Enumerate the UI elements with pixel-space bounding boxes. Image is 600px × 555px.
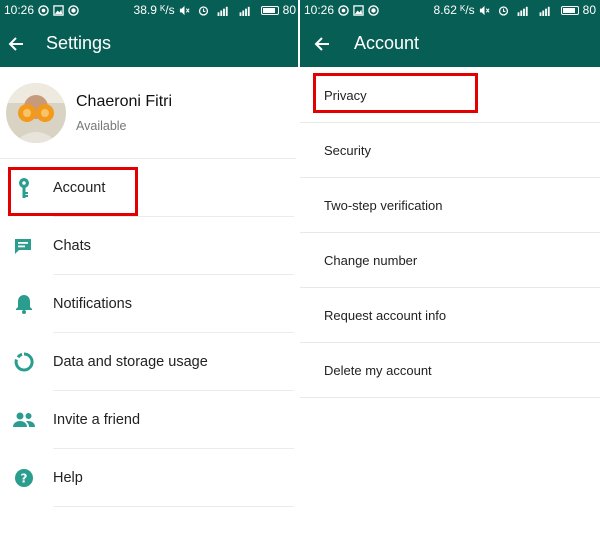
status-time: 10:26 [4, 3, 35, 17]
whatsapp-icon [338, 4, 349, 16]
arrow-left-icon [314, 36, 329, 51]
page-title: Settings [46, 33, 112, 53]
alarm-icon [498, 5, 508, 16]
mute-icon [179, 5, 190, 15]
svg-text:?: ? [21, 472, 28, 486]
network-speed: 8.62 ᴷ/s [433, 3, 475, 17]
settings-item-label: Data and storage usage [53, 354, 208, 370]
account-item-label: Security [324, 142, 371, 158]
status-time: 10:26 [304, 3, 335, 17]
alarm-icon [198, 5, 208, 16]
back-button[interactable] [0, 20, 32, 67]
avatar[interactable] [6, 82, 66, 143]
data-usage-icon [2, 352, 46, 372]
account-item-label: Request account info [324, 307, 447, 323]
battery-level: 80 [582, 3, 596, 17]
battery-icon [560, 5, 579, 15]
settings-toolbar: Settings [0, 20, 300, 67]
whatsapp-icon [38, 4, 49, 16]
settings-item-chats[interactable]: Chats [0, 217, 300, 275]
arrow-left-icon [8, 36, 23, 51]
settings-item-account[interactable]: Account [0, 159, 300, 217]
profile-row[interactable]: Chaeroni Fitri Available [0, 67, 296, 159]
people-icon [2, 412, 46, 428]
image-icon [353, 4, 364, 16]
settings-item-label: Chats [53, 238, 91, 254]
settings-item-label: Invite a friend [53, 412, 141, 428]
avatar-image [6, 82, 66, 143]
page-title: Account [354, 33, 420, 53]
account-item-label: Privacy [324, 87, 367, 103]
status-bar: 10:26 38.9 ᴷ/s 80 [0, 0, 300, 20]
back-button[interactable] [306, 20, 338, 67]
settings-item-help[interactable]: ? Help [0, 449, 300, 507]
signal-icon-2 [239, 6, 250, 16]
profile-name: Chaeroni Fitri [76, 92, 173, 110]
settings-item-label: Notifications [53, 296, 132, 312]
key-icon [2, 177, 46, 199]
record-icon [368, 4, 379, 16]
account-item-label: Two-step verification [324, 197, 443, 213]
battery-icon [260, 5, 279, 15]
signal-icon [217, 6, 228, 16]
account-screen: 10:26 8.62 ᴷ/s 80 Account Privacy Securi… [300, 0, 600, 555]
settings-item-invite[interactable]: Invite a friend [0, 391, 300, 449]
signal-icon-2 [539, 6, 550, 16]
signal-icon [517, 6, 528, 16]
settings-screen: 10:26 38.9 ᴷ/s 80 Settings Chaeroni Fitr… [0, 0, 300, 555]
network-speed: 38.9 ᴷ/s [133, 3, 175, 17]
account-item-delete[interactable]: Delete my account [300, 343, 600, 398]
profile-status: Available [76, 118, 127, 133]
account-item-change-number[interactable]: Change number [300, 233, 600, 288]
chat-icon [2, 237, 46, 255]
settings-list: Account Chats Notifications Data and sto… [0, 159, 300, 507]
account-list: Privacy Security Two-step verification C… [300, 68, 600, 398]
account-item-two-step[interactable]: Two-step verification [300, 178, 600, 233]
help-icon: ? [2, 468, 46, 488]
account-toolbar: Account [300, 20, 600, 67]
settings-item-notifications[interactable]: Notifications [0, 275, 300, 333]
image-icon [53, 4, 64, 16]
account-item-request-info[interactable]: Request account info [300, 288, 600, 343]
account-item-label: Change number [324, 252, 418, 268]
record-icon [68, 4, 79, 16]
mute-icon [479, 5, 490, 15]
status-bar: 10:26 8.62 ᴷ/s 80 [300, 0, 600, 20]
settings-item-data-storage[interactable]: Data and storage usage [0, 333, 300, 391]
settings-item-label: Help [53, 470, 83, 486]
settings-item-label: Account [53, 180, 106, 196]
account-item-security[interactable]: Security [300, 123, 600, 178]
account-item-label: Delete my account [324, 362, 432, 378]
divider [53, 506, 294, 507]
battery-level: 80 [282, 3, 296, 17]
profile-info: Chaeroni Fitri Available [76, 93, 172, 133]
account-item-privacy[interactable]: Privacy [300, 68, 600, 123]
bell-icon [2, 294, 46, 314]
